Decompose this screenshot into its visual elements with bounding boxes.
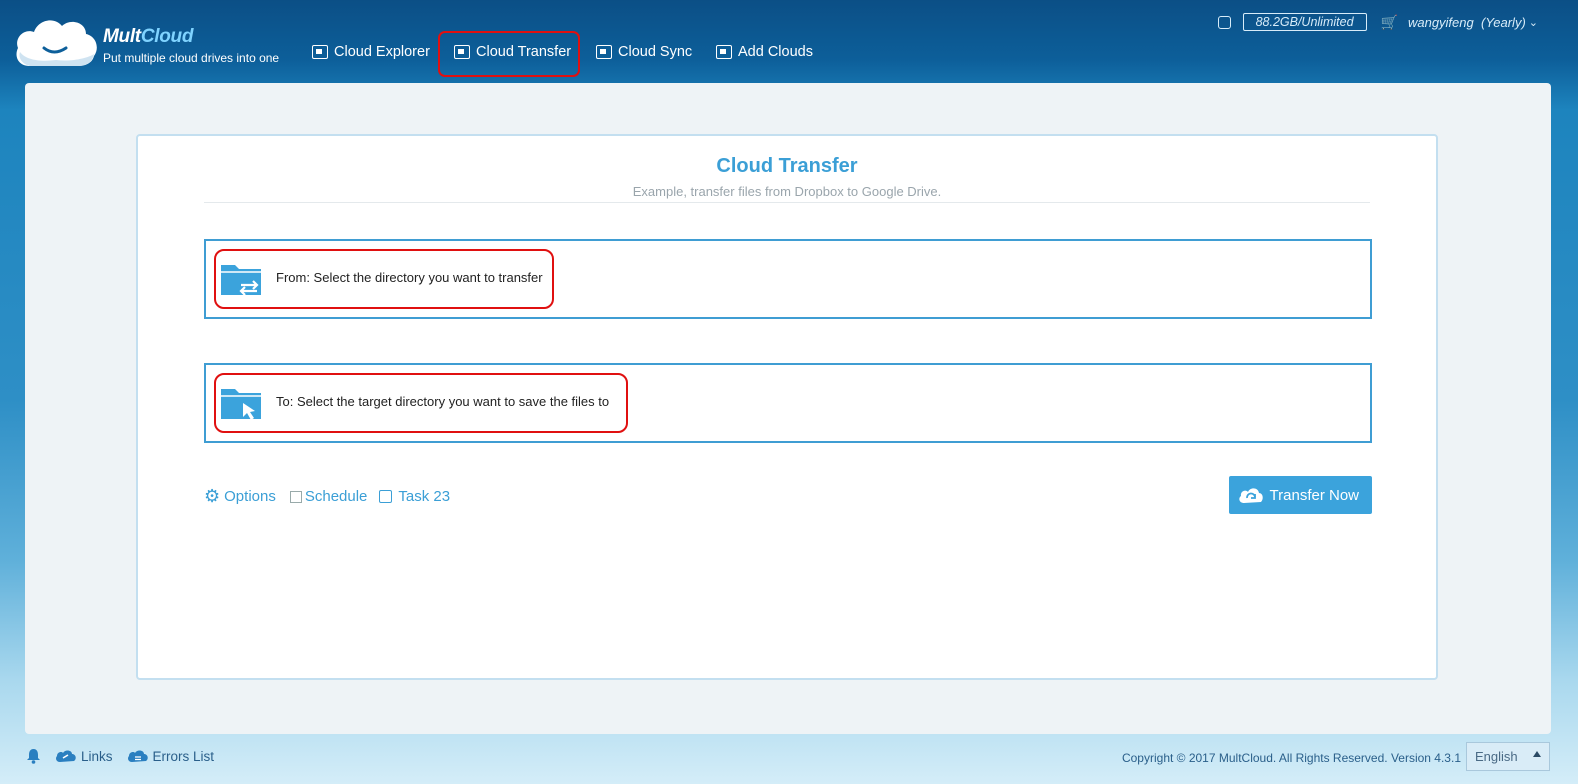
to-label: To: Select the target directory you want… <box>276 394 610 409</box>
add-cloud-icon <box>716 45 732 59</box>
language-select[interactable]: English <box>1466 742 1550 771</box>
bell-icon[interactable] <box>26 748 41 764</box>
edit-icon[interactable] <box>379 490 393 503</box>
page-title: Cloud Transfer <box>716 155 858 177</box>
nav-cloud-explorer[interactable]: Cloud Explorer <box>312 44 430 60</box>
folder-target-icon <box>221 389 261 420</box>
plan-label[interactable]: (Yearly) <box>1481 15 1526 30</box>
cloud-logo-icon <box>16 20 97 66</box>
task-name[interactable]: Task 23 <box>398 488 450 505</box>
links-link[interactable]: Links <box>81 749 113 764</box>
folder-transfer-icon <box>221 265 261 296</box>
chevron-up-icon <box>1533 751 1541 757</box>
options-row: ⚙ Options Schedule Task 23 <box>204 486 450 507</box>
chart-icon[interactable] <box>1217 15 1231 29</box>
active-nav-highlight <box>438 31 580 77</box>
page-subtitle: Example, transfer files from Dropbox to … <box>632 184 942 199</box>
to-directory-box[interactable]: To: Select the target directory you want… <box>204 363 1372 443</box>
cart-icon[interactable]: 🛒 <box>1381 14 1398 31</box>
link-icon <box>56 750 76 762</box>
schedule-label[interactable]: Schedule <box>305 488 368 505</box>
cloud-transfer-icon <box>1239 488 1263 503</box>
main-panel: Cloud Transfer Example, transfer files f… <box>25 83 1551 734</box>
username[interactable]: wangyifeng <box>1408 15 1474 30</box>
error-cloud-icon <box>127 750 148 762</box>
from-directory-box[interactable]: From: Select the directory you want to t… <box>204 239 1372 319</box>
account-bar: 88.2GB/Unlimited 🛒 wangyifeng (Yearly) ⌄ <box>1217 13 1538 31</box>
nav-add-clouds[interactable]: Add Clouds <box>716 44 813 60</box>
brand-name: MultCloud <box>103 26 194 47</box>
brand-logo[interactable]: MultCloud Put multiple cloud drives into… <box>14 14 314 74</box>
schedule-checkbox[interactable] <box>289 490 302 503</box>
divider <box>204 202 1370 203</box>
nav-cloud-sync[interactable]: Cloud Sync <box>596 44 692 60</box>
chevron-down-icon[interactable]: ⌄ <box>1529 16 1538 29</box>
transfer-card: Cloud Transfer Example, transfer files f… <box>136 134 1438 680</box>
footer-links: Links Errors List <box>26 748 214 764</box>
from-label: From: Select the directory you want to t… <box>276 270 543 285</box>
transfer-now-button[interactable]: Transfer Now <box>1229 476 1372 514</box>
storage-quota[interactable]: 88.2GB/Unlimited <box>1242 13 1367 31</box>
errors-list-link[interactable]: Errors List <box>153 749 215 764</box>
gear-icon[interactable]: ⚙ <box>204 486 220 507</box>
sync-icon <box>596 45 612 59</box>
brand-tagline: Put multiple cloud drives into one <box>103 51 280 65</box>
explorer-icon <box>312 45 328 59</box>
copyright-text: Copyright © 2017 MultCloud. All Rights R… <box>1121 751 1461 765</box>
options-link[interactable]: Options <box>224 488 276 505</box>
